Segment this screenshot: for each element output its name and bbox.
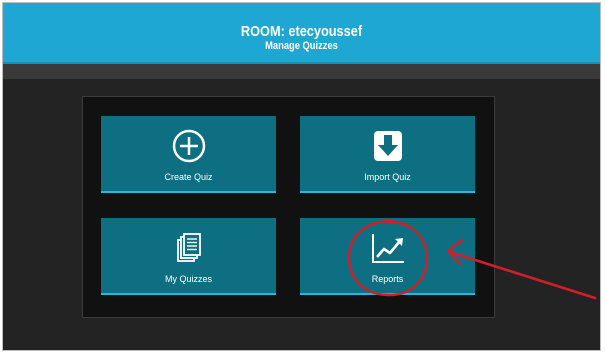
sub-bar [3, 64, 600, 79]
page-subtitle: Manage Quizzes [265, 40, 338, 52]
documents-icon [101, 230, 276, 266]
plus-circle-icon [101, 128, 276, 164]
create-quiz-button[interactable]: Create Quiz [101, 116, 276, 193]
line-chart-icon [300, 230, 475, 266]
my-quizzes-label: My Quizzes [164, 274, 212, 284]
import-quiz-label: Import Quiz [364, 172, 411, 182]
my-quizzes-button[interactable]: My Quizzes [101, 218, 276, 295]
download-icon [300, 128, 475, 164]
import-quiz-button[interactable]: Import Quiz [300, 116, 475, 193]
create-quiz-label: Create Quiz [164, 172, 213, 182]
room-title: ROOM: etecyoussef [240, 23, 363, 40]
reports-label: Reports [371, 274, 404, 284]
reports-button[interactable]: Reports [300, 218, 475, 295]
header-bar: ROOM: etecyoussef Manage Quizzes [3, 3, 600, 64]
